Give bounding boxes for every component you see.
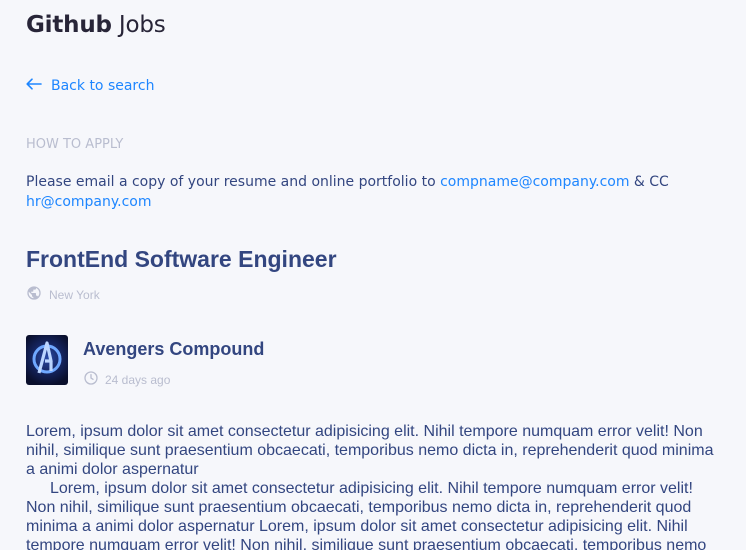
back-to-search-label: Back to search [51, 78, 155, 94]
avengers-logo-icon [26, 341, 68, 385]
how-to-apply-text-middle: & CC [629, 174, 669, 190]
brand-name-light: Jobs [118, 12, 166, 38]
job-title: FrontEnd Software Engineer [26, 246, 337, 272]
job-location: New York [26, 285, 100, 304]
company-name: Avengers Compound [83, 339, 265, 359]
job-detail-page: Github Jobs Back to search How to apply … [0, 0, 746, 550]
arrow-left-icon [26, 78, 42, 94]
back-to-search-link[interactable]: Back to search [26, 78, 154, 94]
description-paragraph: Lorem, ipsum dolor sit amet consectetur … [26, 480, 707, 550]
clock-icon [83, 370, 99, 389]
app-logo[interactable]: Github Jobs [26, 12, 166, 38]
how-to-apply-text: Please email a copy of your resume and o… [26, 172, 706, 212]
how-to-apply-heading: How to apply [26, 137, 124, 152]
company-logo [26, 335, 68, 385]
description-paragraph: Lorem, ipsum dolor sit amet consectetur … [26, 423, 714, 478]
posted-time-label: 24 days ago [105, 372, 171, 387]
how-to-apply-text-before: Please email a copy of your resume and o… [26, 174, 441, 190]
job-description: Lorem, ipsum dolor sit amet consectetur … [26, 422, 720, 550]
globe-icon [26, 285, 42, 304]
primary-email-link[interactable]: compname@company.com [440, 174, 629, 190]
job-location-label: New York [49, 287, 100, 302]
brand-name-bold: Github [26, 12, 112, 38]
cc-email-link[interactable]: hr@company.com [26, 194, 152, 210]
posted-time: 24 days ago [83, 370, 170, 389]
